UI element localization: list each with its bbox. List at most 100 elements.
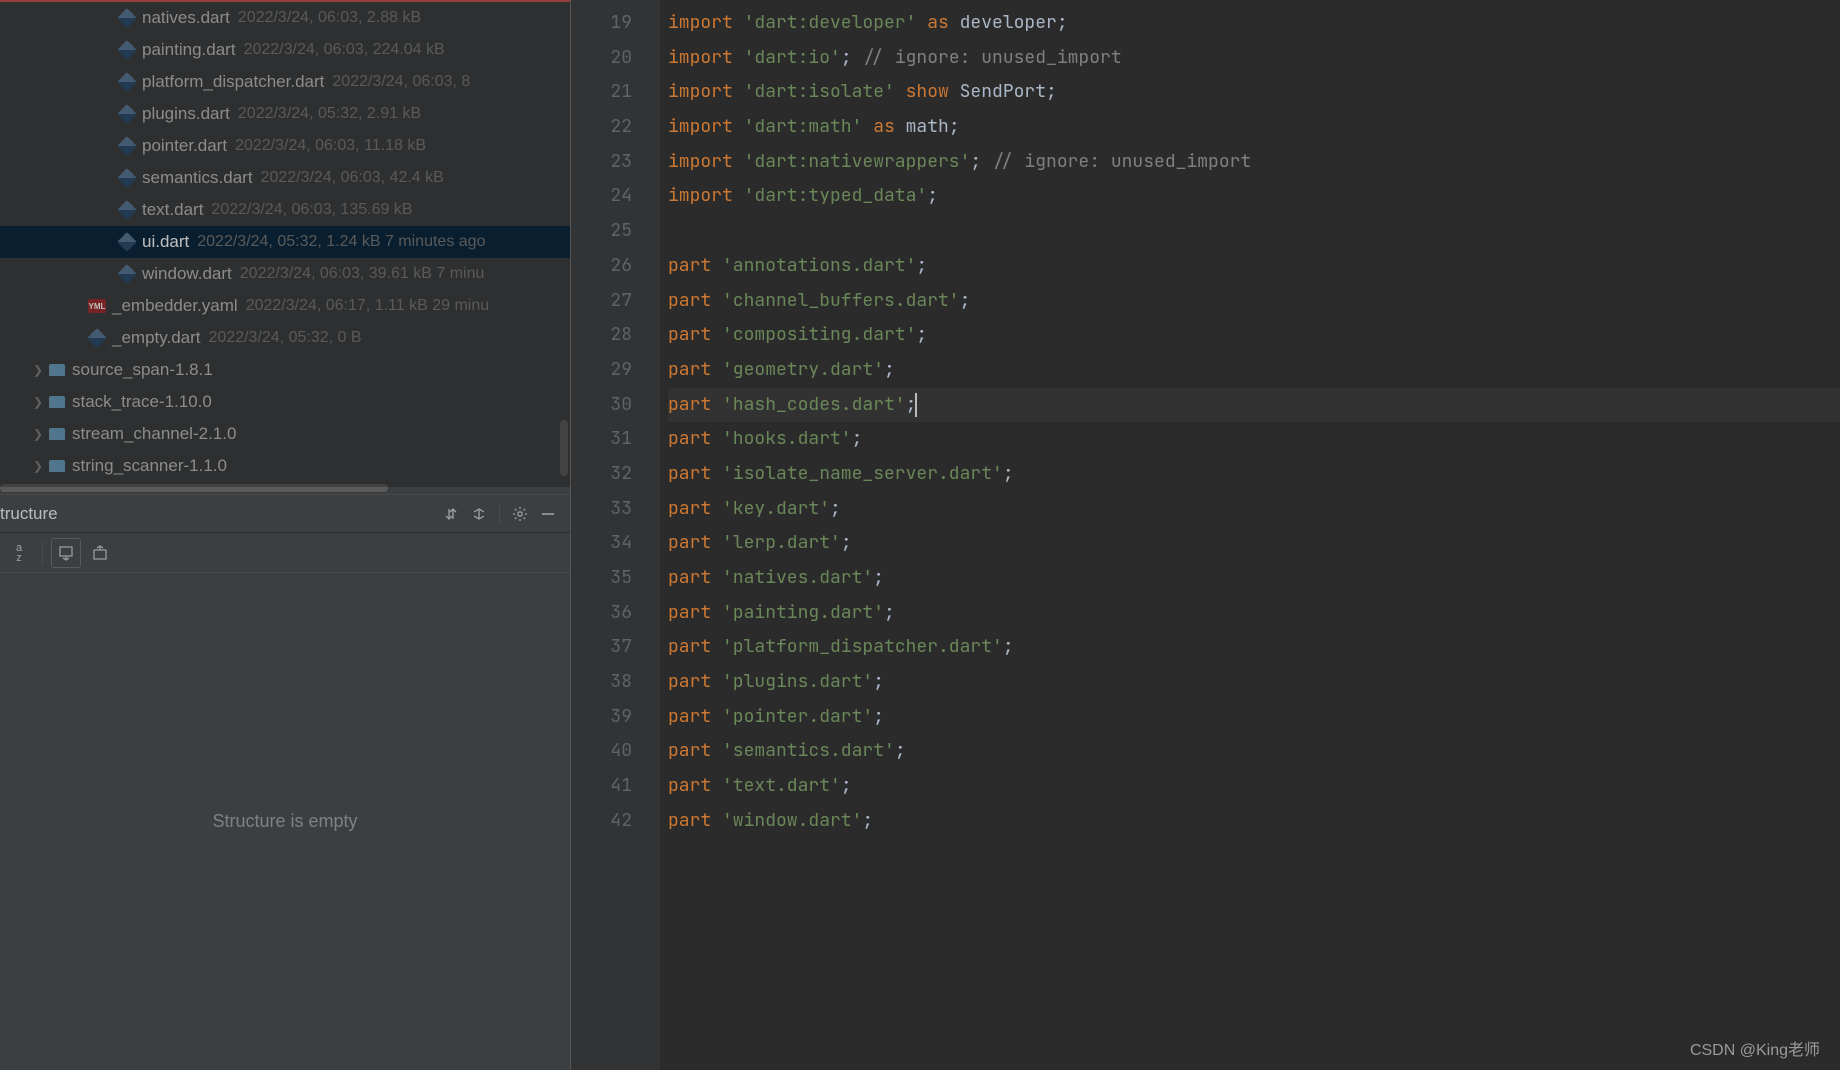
dart-file-icon bbox=[118, 265, 136, 283]
line-number[interactable]: 27 bbox=[571, 284, 632, 319]
code-line-26[interactable]: part 'annotations.dart'; bbox=[668, 249, 1840, 284]
tree-horizontal-scrollbar[interactable] bbox=[0, 482, 570, 494]
file-meta: 2022/3/24, 06:17, 1.11 kB 29 minu bbox=[246, 297, 489, 315]
line-number[interactable]: 28 bbox=[571, 318, 632, 353]
line-number-gutter[interactable]: 1920212223242526272829303132333435363738… bbox=[570, 0, 660, 1070]
chevron-right-icon: ❯ bbox=[28, 395, 48, 409]
package-string_scanner-1.1.0[interactable]: ❯string_scanner-1.1.0 bbox=[0, 450, 570, 482]
collapse-all-icon[interactable] bbox=[465, 500, 493, 528]
line-number[interactable]: 35 bbox=[571, 561, 632, 596]
line-number[interactable]: 24 bbox=[571, 179, 632, 214]
code-line-34[interactable]: part 'lerp.dart'; bbox=[668, 526, 1840, 561]
dart-file-icon bbox=[118, 9, 136, 27]
line-number[interactable]: 36 bbox=[571, 596, 632, 631]
line-number[interactable]: 32 bbox=[571, 457, 632, 492]
code-line-38[interactable]: part 'plugins.dart'; bbox=[668, 665, 1840, 700]
tree-vertical-scrollbar-thumb[interactable] bbox=[560, 420, 568, 476]
line-number[interactable]: 33 bbox=[571, 492, 632, 527]
yaml-file-icon: YML bbox=[88, 297, 106, 315]
code-line-20[interactable]: import 'dart:io'; // ignore: unused_impo… bbox=[668, 41, 1840, 76]
folder-icon bbox=[48, 457, 66, 475]
code-line-39[interactable]: part 'pointer.dart'; bbox=[668, 700, 1840, 735]
dart-file-icon bbox=[118, 73, 136, 91]
line-number[interactable]: 31 bbox=[571, 422, 632, 457]
line-number[interactable]: 42 bbox=[571, 804, 632, 839]
code-line-28[interactable]: part 'compositing.dart'; bbox=[668, 318, 1840, 353]
dart-file-icon bbox=[118, 137, 136, 155]
file-natives.dart[interactable]: natives.dart2022/3/24, 06:03, 2.88 kB bbox=[0, 2, 570, 34]
minimize-icon[interactable] bbox=[534, 500, 562, 528]
structure-title: tructure bbox=[0, 504, 437, 524]
package-stack_trace-1.10.0[interactable]: ❯stack_trace-1.10.0 bbox=[0, 386, 570, 418]
expand-all-icon[interactable] bbox=[437, 500, 465, 528]
line-number[interactable]: 39 bbox=[571, 700, 632, 735]
file-meta: 2022/3/24, 06:03, 224.04 kB bbox=[244, 41, 445, 59]
code-line-37[interactable]: part 'platform_dispatcher.dart'; bbox=[668, 630, 1840, 665]
file-_empty.dart[interactable]: _empty.dart2022/3/24, 05:32, 0 B bbox=[0, 322, 570, 354]
line-number[interactable]: 22 bbox=[571, 110, 632, 145]
folder-icon bbox=[48, 361, 66, 379]
watermark: CSDN @King老师 bbox=[1690, 1036, 1820, 1060]
line-number[interactable]: 37 bbox=[571, 630, 632, 665]
line-number[interactable]: 25 bbox=[571, 214, 632, 249]
structure-header: tructure bbox=[0, 495, 570, 533]
gear-icon[interactable] bbox=[506, 500, 534, 528]
code-line-21[interactable]: import 'dart:isolate' show SendPort; bbox=[668, 75, 1840, 110]
autoscroll-from-source-icon[interactable] bbox=[85, 538, 115, 568]
code-line-19[interactable]: import 'dart:developer' as developer; bbox=[668, 6, 1840, 41]
chevron-right-icon: ❯ bbox=[28, 427, 48, 441]
file-pointer.dart[interactable]: pointer.dart2022/3/24, 06:03, 11.18 kB bbox=[0, 130, 570, 162]
folder-icon bbox=[48, 425, 66, 443]
line-number[interactable]: 40 bbox=[571, 734, 632, 769]
code-line-22[interactable]: import 'dart:math' as math; bbox=[668, 110, 1840, 145]
line-number[interactable]: 30 bbox=[571, 388, 632, 423]
line-number[interactable]: 20 bbox=[571, 41, 632, 76]
sort-alpha-icon[interactable]: az bbox=[4, 538, 34, 568]
package-source_span-1.8.1[interactable]: ❯source_span-1.8.1 bbox=[0, 354, 570, 386]
code-line-27[interactable]: part 'channel_buffers.dart'; bbox=[668, 284, 1840, 319]
code-line-42[interactable]: part 'window.dart'; bbox=[668, 804, 1840, 839]
line-number[interactable]: 19 bbox=[571, 6, 632, 41]
file-meta: 2022/3/24, 05:32, 2.91 kB bbox=[238, 105, 421, 123]
file-semantics.dart[interactable]: semantics.dart2022/3/24, 06:03, 42.4 kB bbox=[0, 162, 570, 194]
code-line-24[interactable]: import 'dart:typed_data'; bbox=[668, 179, 1840, 214]
file-text.dart[interactable]: text.dart2022/3/24, 06:03, 135.69 kB bbox=[0, 194, 570, 226]
file-tree[interactable]: natives.dart2022/3/24, 06:03, 2.88 kBpai… bbox=[0, 0, 570, 482]
file-name: semantics.dart bbox=[142, 168, 253, 188]
line-number[interactable]: 23 bbox=[571, 145, 632, 180]
code-area[interactable]: import 'dart:developer' as developer;imp… bbox=[660, 0, 1840, 1070]
line-number[interactable]: 26 bbox=[571, 249, 632, 284]
line-number[interactable]: 41 bbox=[571, 769, 632, 804]
code-line-23[interactable]: import 'dart:nativewrappers'; // ignore:… bbox=[668, 145, 1840, 180]
code-line-35[interactable]: part 'natives.dart'; bbox=[668, 561, 1840, 596]
code-line-33[interactable]: part 'key.dart'; bbox=[668, 492, 1840, 527]
project-sidebar: natives.dart2022/3/24, 06:03, 2.88 kBpai… bbox=[0, 0, 570, 1070]
file-window.dart[interactable]: window.dart2022/3/24, 06:03, 39.61 kB 7 … bbox=[0, 258, 570, 290]
package-stream_channel-2.1.0[interactable]: ❯stream_channel-2.1.0 bbox=[0, 418, 570, 450]
code-line-40[interactable]: part 'semantics.dart'; bbox=[668, 734, 1840, 769]
scrollbar-thumb[interactable] bbox=[0, 484, 388, 492]
code-line-41[interactable]: part 'text.dart'; bbox=[668, 769, 1840, 804]
code-line-36[interactable]: part 'painting.dart'; bbox=[668, 596, 1840, 631]
code-line-31[interactable]: part 'hooks.dart'; bbox=[668, 422, 1840, 457]
code-line-25[interactable] bbox=[668, 214, 1840, 249]
code-line-30[interactable]: part 'hash_codes.dart'; bbox=[668, 388, 1840, 423]
file-name: plugins.dart bbox=[142, 104, 230, 124]
file-plugins.dart[interactable]: plugins.dart 2022/3/24, 05:32, 2.91 kB bbox=[0, 98, 570, 130]
code-editor[interactable]: 1920212223242526272829303132333435363738… bbox=[570, 0, 1840, 1070]
file-ui.dart[interactable]: ui.dart2022/3/24, 05:32, 1.24 kB 7 minut… bbox=[0, 226, 570, 258]
autoscroll-to-source-icon[interactable] bbox=[51, 538, 81, 568]
line-number[interactable]: 38 bbox=[571, 665, 632, 700]
file-platform_dispatcher.dart[interactable]: platform_dispatcher.dart2022/3/24, 06:03… bbox=[0, 66, 570, 98]
line-number[interactable]: 21 bbox=[571, 75, 632, 110]
code-line-32[interactable]: part 'isolate_name_server.dart'; bbox=[668, 457, 1840, 492]
code-line-29[interactable]: part 'geometry.dart'; bbox=[668, 353, 1840, 388]
dart-file-icon bbox=[118, 201, 136, 219]
line-number[interactable]: 34 bbox=[571, 526, 632, 561]
file-name: pointer.dart bbox=[142, 136, 227, 156]
file-painting.dart[interactable]: painting.dart2022/3/24, 06:03, 224.04 kB bbox=[0, 34, 570, 66]
line-number[interactable]: 29 bbox=[571, 353, 632, 388]
dart-file-icon bbox=[118, 169, 136, 187]
file-name: text.dart bbox=[142, 200, 203, 220]
file-_embedder.yaml[interactable]: YML_embedder.yaml2022/3/24, 06:17, 1.11 … bbox=[0, 290, 570, 322]
